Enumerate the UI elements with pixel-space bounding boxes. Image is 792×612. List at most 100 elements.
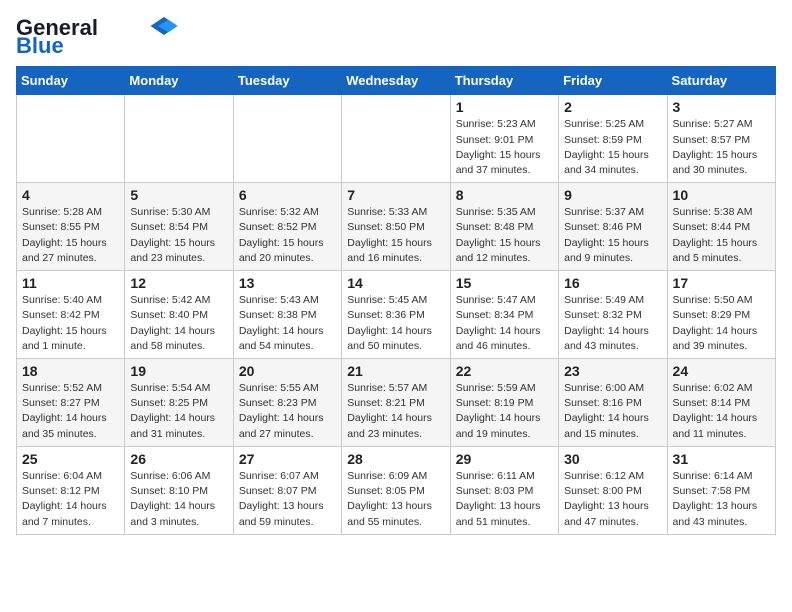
day-info: Sunrise: 6:12 AMSunset: 8:00 PMDaylight:…: [564, 469, 661, 530]
day-info: Sunrise: 5:49 AMSunset: 8:32 PMDaylight:…: [564, 293, 661, 354]
calendar-cell: 5 Sunrise: 5:30 AMSunset: 8:54 PMDaylight…: [125, 183, 233, 271]
day-info: Sunrise: 5:42 AMSunset: 8:40 PMDaylight:…: [130, 293, 227, 354]
calendar-cell: 26 Sunrise: 6:06 AMSunset: 8:10 PMDayligh…: [125, 446, 233, 534]
calendar-cell: 10Sunrise: 5:38 AMSunset: 8:44 PMDayligh…: [667, 183, 775, 271]
week-row-3: 11 Sunrise: 5:40 AMSunset: 8:42 PMDayligh…: [17, 271, 776, 359]
calendar-cell: 19 Sunrise: 5:54 AMSunset: 8:25 PMDayligh…: [125, 359, 233, 447]
logo-icon: [150, 17, 178, 35]
weekday-header-sunday: Sunday: [17, 67, 125, 95]
day-number: 24: [673, 363, 770, 379]
day-info: Sunrise: 5:50 AMSunset: 8:29 PMDaylight:…: [673, 293, 770, 354]
weekday-header-thursday: Thursday: [450, 67, 558, 95]
day-info: Sunrise: 5:52 AMSunset: 8:27 PMDaylight:…: [22, 381, 119, 442]
day-number: 7: [347, 187, 444, 203]
week-row-2: 4 Sunrise: 5:28 AMSunset: 8:55 PMDaylight…: [17, 183, 776, 271]
day-info: Sunrise: 6:09 AMSunset: 8:05 PMDaylight:…: [347, 469, 444, 530]
calendar-cell: [342, 95, 450, 183]
logo: General Blue: [16, 16, 178, 58]
calendar-cell: 28 Sunrise: 6:09 AMSunset: 8:05 PMDayligh…: [342, 446, 450, 534]
weekday-row: SundayMondayTuesdayWednesdayThursdayFrid…: [17, 67, 776, 95]
calendar-table: SundayMondayTuesdayWednesdayThursdayFrid…: [16, 66, 776, 534]
calendar-cell: 7Sunrise: 5:33 AMSunset: 8:50 PMDaylight…: [342, 183, 450, 271]
calendar-cell: 13 Sunrise: 5:43 AMSunset: 8:38 PMDayligh…: [233, 271, 341, 359]
day-number: 17: [673, 275, 770, 291]
day-info: Sunrise: 5:54 AMSunset: 8:25 PMDaylight:…: [130, 381, 227, 442]
day-info: Sunrise: 6:11 AMSunset: 8:03 PMDaylight:…: [456, 469, 553, 530]
day-number: 21: [347, 363, 444, 379]
calendar-cell: 12 Sunrise: 5:42 AMSunset: 8:40 PMDayligh…: [125, 271, 233, 359]
day-info: Sunrise: 5:59 AMSunset: 8:19 PMDaylight:…: [456, 381, 553, 442]
day-number: 26: [130, 451, 227, 467]
day-info: Sunrise: 5:38 AMSunset: 8:44 PMDaylight:…: [673, 205, 770, 266]
day-info: Sunrise: 5:45 AMSunset: 8:36 PMDaylight:…: [347, 293, 444, 354]
calendar-header: SundayMondayTuesdayWednesdayThursdayFrid…: [17, 67, 776, 95]
day-info: Sunrise: 5:30 AMSunset: 8:54 PMDaylight:…: [130, 205, 227, 266]
day-number: 4: [22, 187, 119, 203]
day-info: Sunrise: 5:37 AMSunset: 8:46 PMDaylight:…: [564, 205, 661, 266]
calendar-cell: 1 Sunrise: 5:23 AMSunset: 9:01 PMDaylight…: [450, 95, 558, 183]
day-info: Sunrise: 6:06 AMSunset: 8:10 PMDaylight:…: [130, 469, 227, 530]
calendar-cell: 23Sunrise: 6:00 AMSunset: 8:16 PMDayligh…: [559, 359, 667, 447]
day-number: 19: [130, 363, 227, 379]
calendar-cell: [17, 95, 125, 183]
calendar-cell: 16 Sunrise: 5:49 AMSunset: 8:32 PMDayligh…: [559, 271, 667, 359]
logo-blue: Blue: [16, 34, 64, 58]
day-info: Sunrise: 6:02 AMSunset: 8:14 PMDaylight:…: [673, 381, 770, 442]
calendar-cell: 8 Sunrise: 5:35 AMSunset: 8:48 PMDaylight…: [450, 183, 558, 271]
day-number: 8: [456, 187, 553, 203]
day-info: Sunrise: 6:14 AMSunset: 7:58 PMDaylight:…: [673, 469, 770, 530]
day-number: 15: [456, 275, 553, 291]
day-number: 23: [564, 363, 661, 379]
calendar-cell: [125, 95, 233, 183]
day-number: 22: [456, 363, 553, 379]
calendar-cell: 21 Sunrise: 5:57 AMSunset: 8:21 PMDayligh…: [342, 359, 450, 447]
calendar-cell: 24 Sunrise: 6:02 AMSunset: 8:14 PMDayligh…: [667, 359, 775, 447]
day-number: 18: [22, 363, 119, 379]
day-info: Sunrise: 6:07 AMSunset: 8:07 PMDaylight:…: [239, 469, 336, 530]
day-info: Sunrise: 6:04 AMSunset: 8:12 PMDaylight:…: [22, 469, 119, 530]
day-info: Sunrise: 5:57 AMSunset: 8:21 PMDaylight:…: [347, 381, 444, 442]
calendar-cell: 6Sunrise: 5:32 AMSunset: 8:52 PMDaylight…: [233, 183, 341, 271]
week-row-5: 25 Sunrise: 6:04 AMSunset: 8:12 PMDayligh…: [17, 446, 776, 534]
calendar-cell: 25 Sunrise: 6:04 AMSunset: 8:12 PMDayligh…: [17, 446, 125, 534]
day-number: 9: [564, 187, 661, 203]
day-number: 12: [130, 275, 227, 291]
weekday-header-friday: Friday: [559, 67, 667, 95]
calendar-cell: 18 Sunrise: 5:52 AMSunset: 8:27 PMDayligh…: [17, 359, 125, 447]
day-number: 25: [22, 451, 119, 467]
day-number: 28: [347, 451, 444, 467]
day-info: Sunrise: 5:43 AMSunset: 8:38 PMDaylight:…: [239, 293, 336, 354]
day-info: Sunrise: 5:25 AMSunset: 8:59 PMDaylight:…: [564, 117, 661, 178]
calendar-cell: [233, 95, 341, 183]
page-header: General Blue: [16, 16, 776, 58]
calendar-cell: 20Sunrise: 5:55 AMSunset: 8:23 PMDayligh…: [233, 359, 341, 447]
calendar-cell: 22 Sunrise: 5:59 AMSunset: 8:19 PMDayligh…: [450, 359, 558, 447]
calendar-cell: 14Sunrise: 5:45 AMSunset: 8:36 PMDayligh…: [342, 271, 450, 359]
calendar-cell: 3 Sunrise: 5:27 AMSunset: 8:57 PMDaylight…: [667, 95, 775, 183]
day-number: 3: [673, 99, 770, 115]
day-number: 13: [239, 275, 336, 291]
day-info: Sunrise: 5:23 AMSunset: 9:01 PMDaylight:…: [456, 117, 553, 178]
day-number: 31: [673, 451, 770, 467]
day-number: 1: [456, 99, 553, 115]
calendar-cell: 30Sunrise: 6:12 AMSunset: 8:00 PMDayligh…: [559, 446, 667, 534]
weekday-header-monday: Monday: [125, 67, 233, 95]
calendar-cell: 4 Sunrise: 5:28 AMSunset: 8:55 PMDaylight…: [17, 183, 125, 271]
week-row-1: 1 Sunrise: 5:23 AMSunset: 9:01 PMDaylight…: [17, 95, 776, 183]
day-info: Sunrise: 5:27 AMSunset: 8:57 PMDaylight:…: [673, 117, 770, 178]
day-info: Sunrise: 5:55 AMSunset: 8:23 PMDaylight:…: [239, 381, 336, 442]
week-row-4: 18 Sunrise: 5:52 AMSunset: 8:27 PMDayligh…: [17, 359, 776, 447]
day-info: Sunrise: 5:40 AMSunset: 8:42 PMDaylight:…: [22, 293, 119, 354]
weekday-header-saturday: Saturday: [667, 67, 775, 95]
calendar-cell: 27 Sunrise: 6:07 AMSunset: 8:07 PMDayligh…: [233, 446, 341, 534]
calendar-cell: 15Sunrise: 5:47 AMSunset: 8:34 PMDayligh…: [450, 271, 558, 359]
day-number: 5: [130, 187, 227, 203]
calendar-cell: 9 Sunrise: 5:37 AMSunset: 8:46 PMDaylight…: [559, 183, 667, 271]
weekday-header-tuesday: Tuesday: [233, 67, 341, 95]
day-number: 29: [456, 451, 553, 467]
day-number: 27: [239, 451, 336, 467]
day-number: 11: [22, 275, 119, 291]
day-info: Sunrise: 5:35 AMSunset: 8:48 PMDaylight:…: [456, 205, 553, 266]
day-number: 16: [564, 275, 661, 291]
day-info: Sunrise: 5:28 AMSunset: 8:55 PMDaylight:…: [22, 205, 119, 266]
